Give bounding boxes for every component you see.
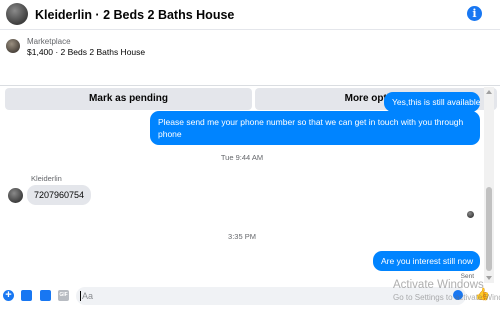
activate-windows-hint: Go to Settings to activate Windows. <box>393 293 500 302</box>
seen-avatar-icon <box>467 211 474 218</box>
listing-category: Marketplace <box>27 37 71 46</box>
message-input-placeholder: Aa <box>82 291 94 301</box>
scroll-up-icon[interactable] <box>486 90 492 94</box>
message-timestamp: Tue 9:44 AM <box>220 153 264 162</box>
scroll-down-icon[interactable] <box>486 276 492 280</box>
chat-title[interactable]: Kleiderlin · 2 Beds 2 Baths House <box>35 8 234 22</box>
listing-description[interactable]: $1,400 · 2 Beds 2 Baths House <box>27 47 145 57</box>
listing-thumbnail[interactable] <box>6 39 20 53</box>
scrollbar[interactable] <box>484 87 494 283</box>
sender-name: Kleiderlin <box>31 174 62 183</box>
gif-icon[interactable]: GIF <box>58 290 69 301</box>
text-caret <box>80 291 81 301</box>
outgoing-message[interactable]: Are you interest still now <box>373 251 480 271</box>
avatar[interactable] <box>8 188 23 203</box>
message-thread: Yes,this is still available Please send … <box>0 87 484 283</box>
plus-icon[interactable]: + <box>3 290 14 301</box>
scrollbar-thumb[interactable] <box>486 187 492 271</box>
info-icon[interactable]: i <box>467 6 482 21</box>
outgoing-message[interactable]: Yes,this is still available <box>384 92 481 112</box>
sticker-icon[interactable] <box>40 290 51 301</box>
outgoing-message[interactable]: Please send me your phone number so that… <box>150 111 480 145</box>
marketplace-listing: Marketplace $1,400 · 2 Beds 2 Baths Hous… <box>0 30 500 110</box>
avatar[interactable] <box>6 3 28 25</box>
incoming-message[interactable]: 7207960754 <box>27 185 92 205</box>
message-timestamp: 3:35 PM <box>228 232 256 241</box>
photo-icon[interactable] <box>21 290 32 301</box>
chat-header: Kleiderlin · 2 Beds 2 Baths House i <box>0 0 500 30</box>
activate-windows-watermark: Activate Windows <box>393 279 484 291</box>
